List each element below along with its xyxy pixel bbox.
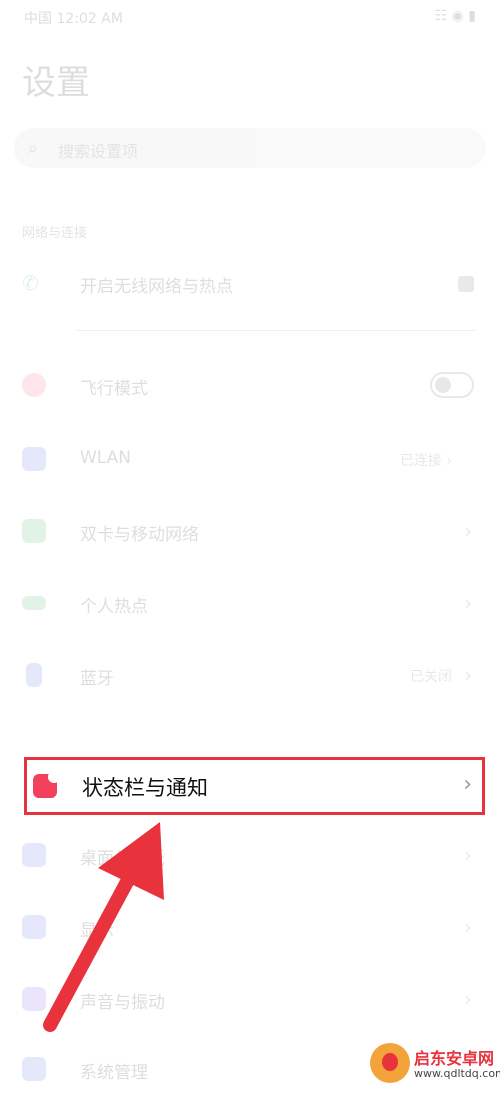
watermark-url: www.qdltdq.com xyxy=(414,1067,500,1080)
watermark-logo-icon xyxy=(370,1043,410,1083)
pointer-arrow-icon xyxy=(43,822,164,1032)
watermark-title: 启东安卓网 xyxy=(414,1049,495,1068)
watermark: 启东安卓网 www.qdltdq.com xyxy=(370,1043,500,1083)
